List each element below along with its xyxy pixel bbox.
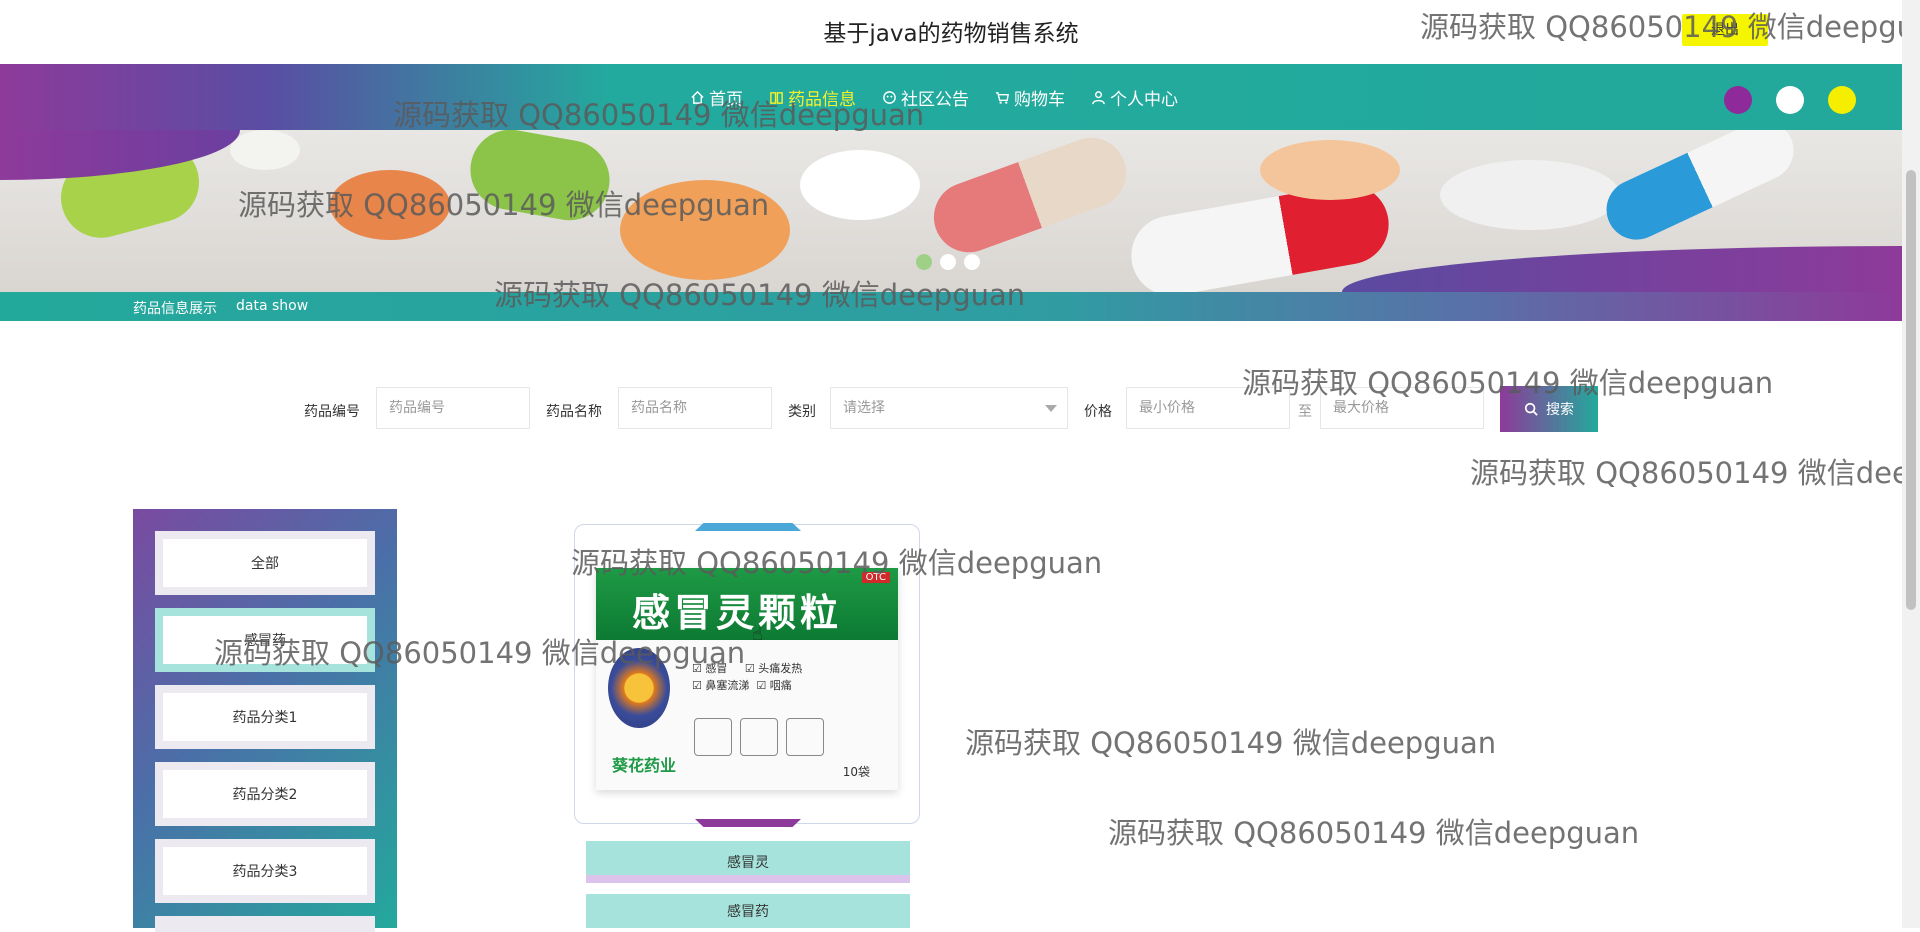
price-label: 价格 <box>1084 404 1112 420</box>
watermark: 源码获取 QQ86050149 微信deepguan <box>965 726 1497 760</box>
scrollbar-thumb[interactable] <box>1906 170 1916 610</box>
category-select-value: 请选择 <box>843 400 885 416</box>
product-name-label: 感冒灵 <box>727 855 769 871</box>
category-sidebar: 全部 感冒药 药品分类1 药品分类2 药品分类3 <box>133 509 397 932</box>
chevron-down-icon <box>1045 405 1057 412</box>
page-scrollbar[interactable] <box>1902 0 1920 928</box>
product-category: 感冒药 <box>586 894 910 928</box>
watermark: 源码获取 QQ86050149 微信deepguan <box>494 278 1026 312</box>
symptom-icons <box>694 718 824 756</box>
nav-item-label: 购物车 <box>1014 89 1065 110</box>
category-item-1[interactable]: 药品分类1 <box>155 685 375 749</box>
price-range-separator: 至 <box>1298 404 1312 420</box>
user-icon <box>1092 90 1105 104</box>
section-title: 药品信息展示 <box>133 301 217 317</box>
category-item-label: 药品分类3 <box>163 847 367 895</box>
nav-item-label: 个人中心 <box>1110 89 1178 110</box>
search-icon <box>1524 402 1538 416</box>
pill-image <box>1440 160 1620 230</box>
capsule-image <box>1596 130 1804 250</box>
category-item-all[interactable]: 全部 <box>155 531 375 595</box>
capsule-image <box>924 130 1136 263</box>
pack-size: 10袋 <box>842 765 870 779</box>
category-item-label: 药品分类1 <box>163 693 367 741</box>
pill-image <box>800 150 920 220</box>
watermark: 源码获取 QQ86050149 微信deepguan <box>1420 10 1902 44</box>
theme-white-button[interactable] <box>1776 86 1804 114</box>
watermark: 源码获取 QQ86050149 微信deepguan <box>393 98 925 132</box>
face-icon <box>786 718 824 756</box>
pill-image <box>230 130 300 170</box>
name-bar-accent <box>586 875 910 883</box>
code-label: 药品编号 <box>304 404 360 420</box>
category-item-label: 药品分类2 <box>163 770 367 818</box>
carousel-dot[interactable] <box>940 254 956 270</box>
carousel-dot[interactable] <box>964 254 980 270</box>
brand-name: 葵花药业 <box>612 756 677 775</box>
category-select[interactable]: 请选择 <box>830 387 1068 429</box>
watermark: 源码获取 QQ86050149 微信deepguan <box>214 636 746 670</box>
search-button-label: 搜索 <box>1546 402 1574 418</box>
face-icon <box>740 718 778 756</box>
name-label: 药品名称 <box>546 404 602 420</box>
frame-decoration <box>695 523 801 531</box>
code-input[interactable]: 药品编号 <box>376 387 530 429</box>
carousel-dots <box>916 254 980 270</box>
carousel-dot[interactable] <box>916 254 932 270</box>
nav-bar: 首页 药品信息 社区公告 购物车 个人中心 <box>0 64 1902 130</box>
watermark: 源码获取 QQ86050149 微信deepguan <box>1470 456 1902 490</box>
nav-item-cart[interactable]: 购物车 <box>995 85 1065 110</box>
product-category-label: 感冒药 <box>727 904 769 920</box>
theme-yellow-button[interactable] <box>1828 86 1856 114</box>
product-image[interactable]: 感冒灵颗粒 OTC ☑ 感冒 ☑ 头痛发热 ☑ 鼻塞流涕 ☑ 咽痛 葵花药业 1… <box>596 568 898 790</box>
watermark: 源码获取 QQ86050149 微信deepguan <box>1242 366 1774 400</box>
cart-icon <box>995 91 1009 104</box>
watermark: 源码获取 QQ86050149 微信deepguan <box>1108 816 1640 850</box>
nav-item-profile[interactable]: 个人中心 <box>1091 85 1178 110</box>
watermark: 源码获取 QQ86050149 微信deepguan <box>238 188 770 222</box>
product-name[interactable]: 感冒灵 <box>586 841 910 883</box>
face-icon <box>694 718 732 756</box>
name-input[interactable]: 药品名称 <box>618 387 772 429</box>
section-subtitle: data show <box>236 298 309 314</box>
hand-cursor-icon: ☝ <box>752 624 763 645</box>
category-item-3[interactable]: 药品分类3 <box>155 839 375 903</box>
box-title: 感冒灵颗粒 <box>631 591 842 635</box>
theme-purple-button[interactable] <box>1724 86 1752 114</box>
frame-decoration <box>695 819 801 827</box>
banner-decoration <box>0 130 240 180</box>
category-item-more[interactable] <box>155 916 375 932</box>
watermark: 源码获取 QQ86050149 微信deepguan <box>571 546 1103 580</box>
banner-decoration <box>1342 246 1902 292</box>
category-label: 类别 <box>788 404 816 420</box>
category-item-2[interactable]: 药品分类2 <box>155 762 375 826</box>
pill-image <box>1260 140 1400 200</box>
category-item-label: 全部 <box>163 539 367 587</box>
